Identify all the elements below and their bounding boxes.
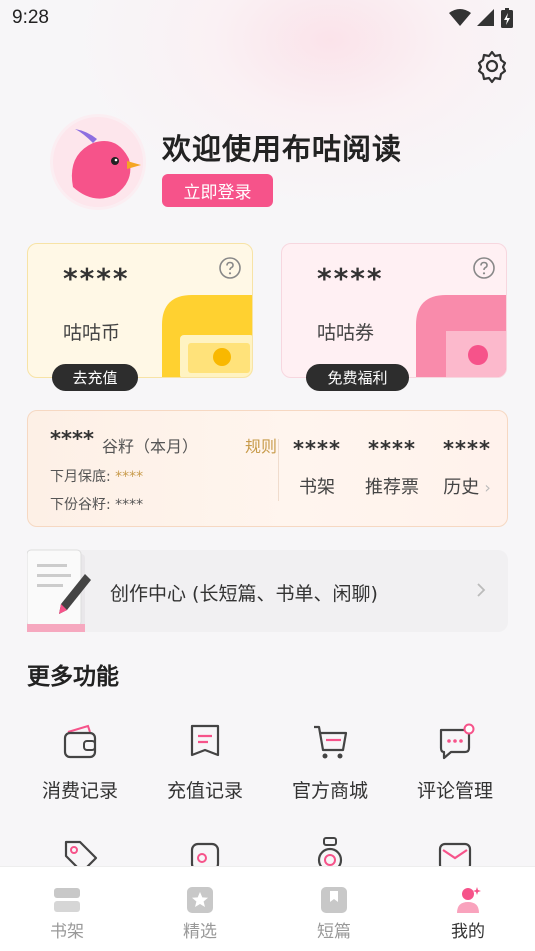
bottom-tab-bar: 书架 精选 短篇 我的 [0,866,535,951]
fn-label: 官方商城 [291,780,368,802]
voucher-label: 咕咕券 [317,322,375,344]
next-grain-label: 下份谷籽: [50,497,116,513]
stat-value: **** [443,437,491,461]
stat-value: **** [368,437,416,461]
cart-icon [314,725,348,759]
stat-value: **** [293,437,341,461]
stat-bookshelf[interactable]: **** 书架 [282,437,352,499]
creation-center-label: 创作中心 (长短篇、书单、闲聊) [110,583,378,605]
coin-card[interactable]: **** 咕咕币 [27,243,253,378]
tab-short-stories[interactable]: 短篇 [294,885,374,942]
profile-icon [457,887,481,913]
fn-label: 消费记录 [41,780,118,802]
welcome-title: 欢迎使用布咕阅读 [162,132,403,166]
voucher-card[interactable]: **** 咕咕券 [281,243,507,378]
more-functions-title: 更多功能 [27,664,119,690]
help-icon[interactable] [218,256,242,280]
coin-label: 咕咕币 [63,322,121,344]
free-welfare-button[interactable]: 免费福利 [306,364,409,391]
tab-mine[interactable]: 我的 [428,885,508,942]
chevron-right-icon: › [479,478,491,497]
floor-value: **** [115,469,144,485]
coin-balance: **** [63,262,130,295]
bookshelf-icon [54,888,80,912]
tab-label: 书架 [50,922,84,942]
stat-label: 推荐票 [365,477,419,498]
wallet-icon [63,724,97,759]
official-store-item[interactable]: 官方商城 [275,722,385,803]
receipt-icon [190,724,220,757]
creation-center-entry[interactable]: 创作中心 (长短篇、书单、闲聊) [27,549,508,632]
coin-card-art-icon [162,295,252,377]
chevron-right-icon [477,583,486,597]
comment-icon [439,723,475,760]
grain-label: 谷籽（本月） [102,437,199,456]
next-grain-line: 下份谷籽: **** [50,494,143,514]
signal-icon [477,9,494,26]
login-button[interactable]: 立即登录 [162,174,273,207]
recharge-button[interactable]: 去充值 [52,364,138,391]
avatar[interactable] [50,114,146,210]
stat-recommend-ticket[interactable]: **** 推荐票 [357,437,427,499]
fn-label: 评论管理 [416,780,493,802]
floor-label: 下月保底: [50,469,116,485]
stat-history[interactable]: **** 历史 › [432,437,502,499]
wifi-icon [449,9,471,26]
settings-gear-icon[interactable] [474,48,510,84]
stat-label: 书架 [299,477,335,498]
floor-line: 下月保底: **** [50,466,143,486]
divider [278,439,279,501]
stat-label: 历史 › [443,477,491,498]
help-icon[interactable] [472,256,496,280]
comment-management-item[interactable]: 评论管理 [400,722,510,803]
tab-featured[interactable]: 精选 [160,885,240,942]
notebook-pen-icon [27,549,91,632]
voucher-card-art-icon [416,295,506,377]
grain-value: **** [50,427,94,451]
star-icon [187,887,213,913]
tab-label: 精选 [183,922,217,942]
status-bar: 9:28 [0,0,535,36]
battery-icon [501,8,513,28]
status-icons [449,8,513,28]
consumption-record-item[interactable]: 消费记录 [25,722,135,803]
next-grain-value: **** [115,497,144,513]
tab-label: 短篇 [317,922,351,942]
status-time: 9:28 [12,7,49,28]
recharge-record-item[interactable]: 充值记录 [150,722,260,803]
rules-link[interactable]: 规则 [245,433,277,457]
grain-stats-card: **** 谷籽（本月） 规则 下月保底: **** 下份谷籽: **** ***… [27,410,508,527]
bookmark-icon [321,887,347,913]
tab-bookshelf[interactable]: 书架 [27,885,107,942]
tab-label: 我的 [451,922,485,942]
voucher-balance: **** [317,262,384,295]
fn-label: 充值记录 [166,780,243,802]
